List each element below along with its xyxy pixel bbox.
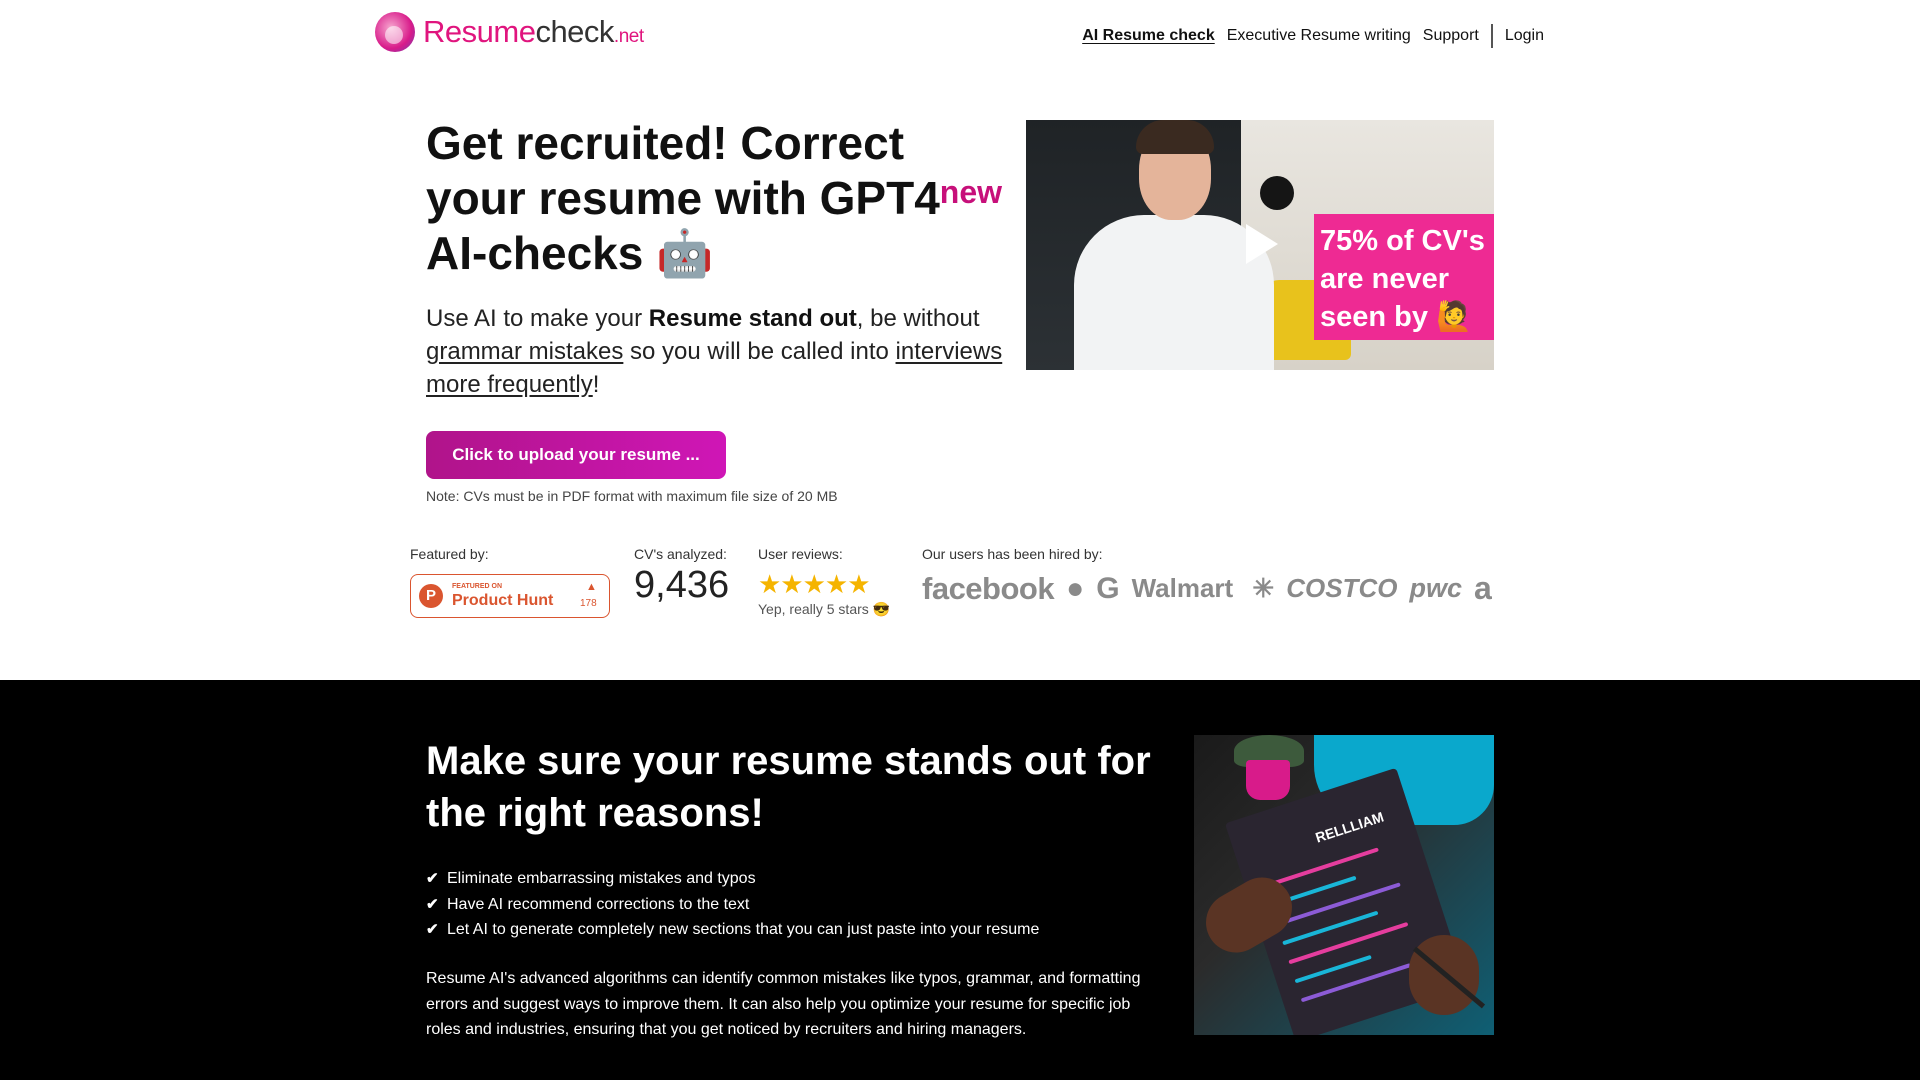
featured-label: Featured by: [410, 546, 489, 562]
logo-mark-icon [375, 12, 415, 52]
features-description: Resume AI's advanced algorithms can iden… [426, 970, 1141, 1038]
nav-support[interactable]: Support [1423, 27, 1479, 45]
star-rating-icon: ★★★★★ [758, 569, 871, 599]
amazon-logo: a [1473, 570, 1492, 606]
features-title: Make sure your resume stands out for the… [426, 739, 1151, 835]
checkmark-icon: ✔ [426, 921, 439, 938]
new-badge: new [939, 174, 1003, 210]
upload-resume-button[interactable]: Click to upload your resume ... [426, 431, 726, 479]
nav-executive-resume-writing[interactable]: Executive Resume writing [1227, 27, 1411, 45]
checkmark-icon: ✔ [426, 870, 439, 887]
hero-title: Get recruited! Correct your resume with … [426, 117, 1003, 279]
feature-item: ✔ Let AI to generate completely new secti… [426, 917, 1039, 943]
site-header: Resumecheck.net AI Resume check Executiv… [0, 0, 1920, 70]
checkmark-icon: ✔ [426, 895, 439, 913]
google-logo-icon: G [1096, 571, 1120, 605]
logo-text: Resumecheck.net [423, 14, 644, 49]
hirer-logos: facebook ● G Walmart ✳ COSTCO pwc a [922, 570, 1504, 607]
cv-analyzed-count: 9,436 [634, 564, 730, 606]
nav-login[interactable]: Login [1505, 27, 1544, 45]
nav-ai-resume-check[interactable]: AI Resume check [1082, 27, 1215, 45]
rating-note: Yep, really 5 stars 😎 [758, 601, 891, 617]
hero-subtitle: Use AI to make your Resume stand out, be… [426, 305, 1003, 398]
wall-art [1260, 176, 1294, 210]
walmart-logo: Walmart ✳ [1131, 573, 1275, 603]
upload-note: Note: CVs must be in PDF format with max… [426, 488, 838, 504]
upvote-icon: ▲ [586, 581, 597, 593]
intro-video[interactable]: 75% of CV's are never seen by 🙋 [1026, 120, 1494, 370]
main-nav: AI Resume check Executive Resume writing… [1070, 24, 1544, 48]
resume-illustration: RELLLIAM [1194, 735, 1494, 1035]
costco-logo: COSTCO [1286, 573, 1398, 603]
nav-divider [1490, 24, 1493, 48]
cv-analyzed-label: CV's analyzed: [634, 546, 727, 562]
site-logo[interactable]: Resumecheck.net [375, 12, 644, 52]
producthunt-badge[interactable]: P FEATURED ON Product Hunt ▲ 178 [410, 574, 610, 618]
apple-logo-icon: ● [1066, 571, 1085, 605]
user-reviews-label: User reviews: [758, 546, 843, 562]
presenter-image [1074, 120, 1274, 370]
video-overlay-text: 75% of CV's are never seen by 🙋 [1314, 214, 1494, 340]
play-icon[interactable] [1246, 224, 1278, 264]
hired-by-label: Our users has been hired by: [922, 546, 1103, 562]
facebook-logo: facebook [922, 570, 1055, 606]
feature-item: ✔ Eliminate embarrassing mistakes and typ… [426, 866, 1039, 892]
grammar-mistakes-link: grammar mistakes [426, 338, 624, 365]
feature-item: ✔ Have AI recommend corrections to the te… [426, 892, 1039, 918]
producthunt-icon: P [419, 584, 443, 608]
features-list: ✔ Eliminate embarrassing mistakes and typ… [426, 866, 1039, 943]
pwc-logo: pwc [1409, 573, 1462, 603]
upvote-count: 178 [580, 598, 597, 609]
